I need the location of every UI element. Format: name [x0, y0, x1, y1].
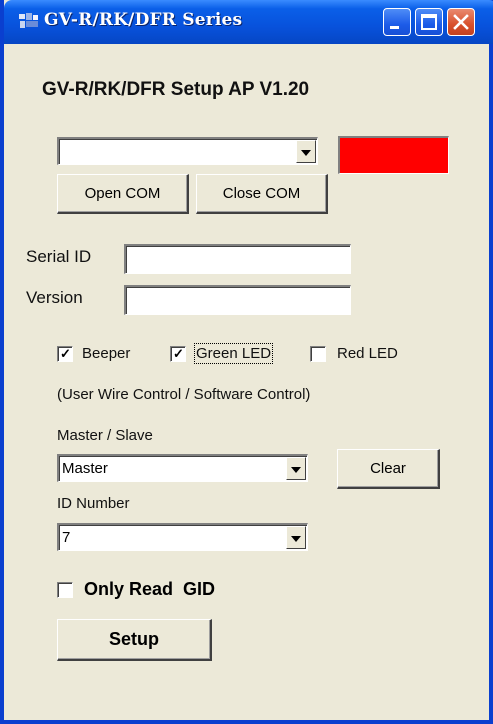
app-window: GV-R/RK/DFR Series GV-R/RK/DFR Setup AP …: [0, 0, 493, 724]
master-slave-dropdown-button[interactable]: [286, 457, 306, 480]
green-led-label: Green LED: [193, 343, 274, 364]
control-mode-note: (User Wire Control / Software Control): [57, 386, 311, 403]
serial-id-label: Serial ID: [26, 247, 92, 266]
window-title: GV-R/RK/DFR Series: [44, 10, 243, 30]
maximize-icon: [421, 14, 437, 30]
beeper-checkbox[interactable]: ✓: [57, 346, 73, 362]
master-slave-label: Master / Slave: [57, 427, 153, 444]
minimize-icon: [390, 26, 399, 29]
version-label: Version: [26, 288, 83, 307]
com-port-select[interactable]: [57, 137, 318, 165]
only-read-gid-checkbox[interactable]: [57, 582, 73, 598]
master-slave-select[interactable]: Master: [57, 454, 308, 482]
open-com-button[interactable]: Open COM: [57, 174, 189, 214]
id-number-dropdown-button[interactable]: [286, 526, 306, 549]
only-read-gid-label: Only Read GID: [84, 579, 216, 599]
id-number-label: ID Number: [57, 495, 130, 512]
app-icon: [19, 13, 38, 28]
id-number-select[interactable]: 7: [57, 523, 308, 551]
close-icon: [453, 14, 469, 30]
beeper-label: Beeper: [82, 345, 131, 362]
setup-button[interactable]: Setup: [57, 619, 212, 661]
title-bar[interactable]: GV-R/RK/DFR Series: [4, 0, 493, 44]
master-slave-value: Master: [62, 460, 108, 477]
serial-id-field[interactable]: [124, 244, 351, 274]
close-com-button[interactable]: Close COM: [196, 174, 328, 214]
com-port-dropdown-button[interactable]: [296, 140, 316, 163]
id-number-value: 7: [62, 529, 71, 546]
red-led-checkbox[interactable]: [310, 346, 326, 362]
chevron-down-icon: [291, 467, 301, 473]
app-heading: GV-R/RK/DFR Setup AP V1.20: [42, 79, 310, 100]
chevron-down-icon: [291, 536, 301, 542]
chevron-down-icon: [301, 150, 311, 156]
version-field[interactable]: [124, 285, 351, 315]
green-led-checkbox[interactable]: ✓: [170, 346, 186, 362]
connection-status-indicator: [338, 136, 449, 174]
checkmark-icon: ✓: [60, 346, 71, 361]
close-button[interactable]: [447, 8, 475, 36]
red-led-label: Red LED: [337, 345, 398, 362]
minimize-button[interactable]: [383, 8, 411, 36]
clear-button[interactable]: Clear: [337, 449, 440, 489]
maximize-button[interactable]: [415, 8, 443, 36]
checkmark-icon: ✓: [173, 346, 184, 361]
